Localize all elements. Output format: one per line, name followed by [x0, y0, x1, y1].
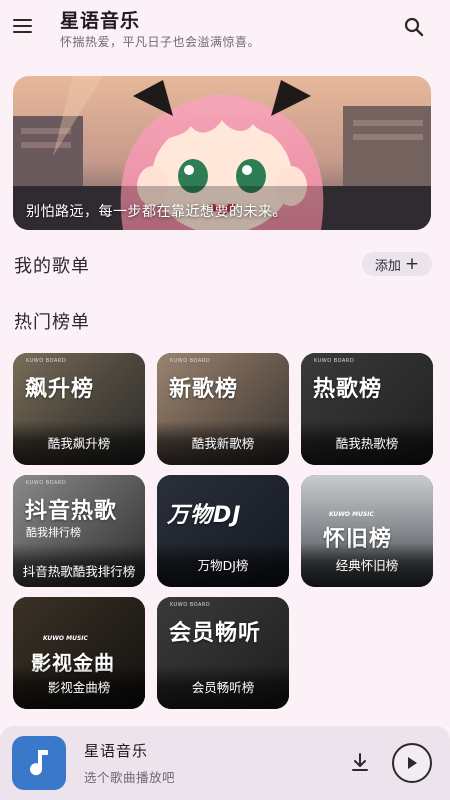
card-cover-text: 抖音热歌 — [25, 499, 118, 524]
card-label: 影视金曲榜 — [47, 680, 111, 695]
chart-card-douyin[interactable]: KUWO BOARD 抖音热歌 酷我排行榜 抖音热歌酷我排行榜 — [13, 475, 145, 587]
hot-charts-title: 热门榜单 — [14, 312, 90, 333]
chart-card-new[interactable]: KUWO BOARD 新歌榜 酷我新歌榜 — [157, 353, 289, 465]
menu-icon[interactable] — [10, 13, 36, 39]
mini-player[interactable]: 星语音乐 选个歌曲播放吧 — [0, 726, 450, 800]
chart-card-soaring[interactable]: KUWO BOARD 飙升榜 酷我飙升榜 — [13, 353, 145, 465]
card-cover-text: 会员畅听 — [169, 621, 262, 646]
card-cover-subtext: 酷我排行榜 — [26, 526, 81, 539]
card-cover-text: 新歌榜 — [169, 377, 239, 402]
chart-card-classic[interactable]: KUWO MUSIC 怀旧榜 经典怀旧榜 — [301, 475, 433, 587]
brand-mark: KUWO BOARD — [26, 358, 67, 364]
player-title: 星语音乐 — [84, 742, 149, 760]
card-label: 酷我热歌榜 — [335, 436, 399, 451]
hero-banner[interactable]: 别怕路远，每一步都在靠近想要的未来。 — [13, 76, 431, 230]
card-label: 经典怀旧榜 — [335, 558, 399, 573]
chart-card-hot[interactable]: KUWO BOARD 热歌榜 酷我热歌榜 — [301, 353, 433, 465]
chart-card-film[interactable]: KUWO MUSIC 影视金曲 影视金曲榜 — [13, 597, 145, 709]
player-subtitle: 选个歌曲播放吧 — [84, 770, 176, 785]
card-label: 酷我飙升榜 — [47, 436, 111, 451]
card-label: 抖音热歌酷我排行榜 — [22, 564, 136, 579]
card-logo: KUWO MUSIC — [43, 635, 88, 642]
brand-mark: KUWO BOARD — [170, 602, 211, 608]
search-icon[interactable] — [402, 15, 426, 39]
brand-mark: KUWO BOARD — [170, 358, 211, 364]
card-cover-text: 飙升榜 — [25, 377, 95, 402]
card-cover-text: 热歌榜 — [313, 377, 383, 402]
brand-mark: KUWO BOARD — [314, 358, 355, 364]
app-title: 星语音乐 — [60, 10, 141, 32]
add-playlist-button[interactable]: 添加 + — [362, 252, 432, 276]
add-label: 添加 — [374, 258, 401, 274]
chart-card-dj[interactable]: 万物DJ 万物DJ榜 — [157, 475, 289, 587]
card-cover-text: 万物DJ — [167, 503, 242, 528]
my-playlists-title: 我的歌单 — [14, 256, 90, 277]
play-icon[interactable] — [392, 743, 432, 783]
card-logo: KUWO MUSIC — [329, 511, 374, 518]
music-note-icon[interactable] — [12, 736, 66, 790]
card-label: 酷我新歌榜 — [191, 436, 255, 451]
card-label: 万物DJ榜 — [197, 558, 249, 573]
card-label: 会员畅听榜 — [191, 680, 255, 695]
download-icon[interactable] — [348, 750, 372, 774]
app-subtitle: 怀揣热爱，平凡日子也会溢满惊喜。 — [60, 35, 261, 49]
brand-mark: KUWO BOARD — [26, 480, 67, 486]
chart-card-vip[interactable]: KUWO BOARD 会员畅听 会员畅听榜 — [157, 597, 289, 709]
plus-icon: + — [404, 253, 420, 274]
top-app-bar: 星语音乐 怀揣热爱，平凡日子也会溢满惊喜。 — [0, 0, 450, 64]
banner-caption: 别怕路远，每一步都在靠近想要的未来。 — [26, 204, 287, 220]
